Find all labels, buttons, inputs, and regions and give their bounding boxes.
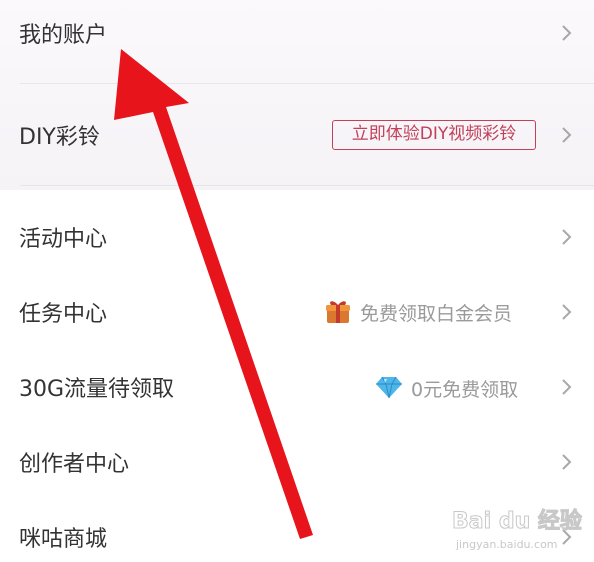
red-arrow-annotation: [114, 49, 313, 539]
